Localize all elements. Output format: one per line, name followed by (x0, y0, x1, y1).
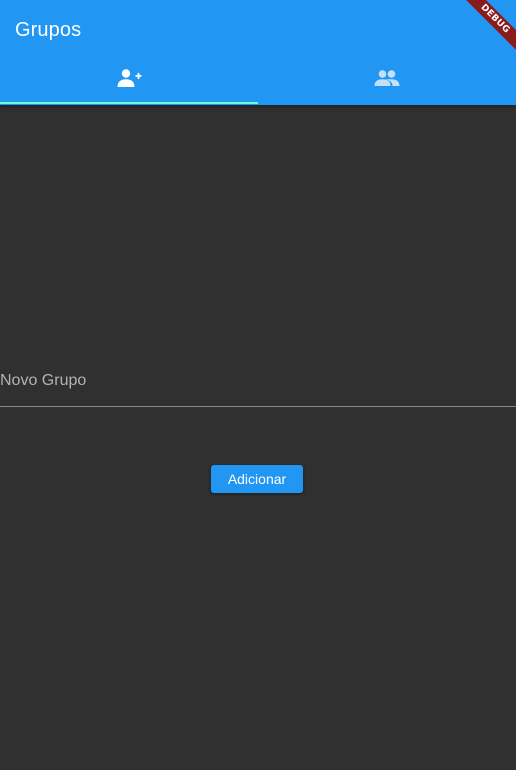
tab-groups-list[interactable] (258, 56, 516, 105)
app-bar: Grupos (0, 0, 516, 105)
tab-bar (0, 56, 516, 105)
person-add-icon (116, 68, 142, 93)
app-window: Grupos DEBUG Novo Grupo Adicionar (0, 0, 516, 770)
new-group-panel: Adicionar (0, 105, 516, 770)
page-title: Grupos (15, 19, 82, 41)
group-name-field (0, 363, 516, 407)
tab-new-group[interactable] (0, 56, 258, 105)
group-icon (374, 69, 400, 92)
add-group-button[interactable]: Adicionar (211, 465, 303, 493)
debug-label: DEBUG (459, 0, 516, 55)
group-name-input[interactable] (0, 363, 500, 399)
debug-banner: DEBUG (456, 0, 516, 60)
